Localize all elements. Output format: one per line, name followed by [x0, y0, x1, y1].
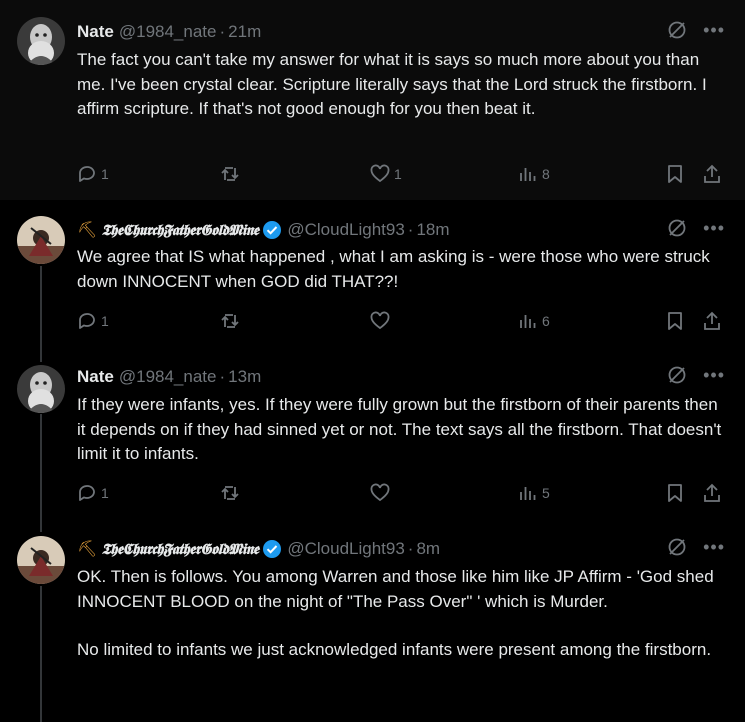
more-icon[interactable]: •••	[703, 219, 725, 237]
display-name[interactable]: 𝕿𝖍𝖊𝕮𝖍𝖚𝖗𝖈𝖍𝕱𝖆𝖙𝖍𝖊𝖗𝕲𝖔𝖑𝖉𝕸𝖎𝖓𝖊	[101, 221, 259, 239]
tweet-text: If they were infants, yes. If they were …	[77, 393, 727, 467]
analytics-icon	[520, 168, 536, 181]
separator: ·	[407, 539, 414, 558]
heart-icon	[370, 311, 390, 330]
separator: ·	[407, 220, 414, 239]
timestamp[interactable]: 21m	[228, 22, 261, 42]
avatar[interactable]	[17, 216, 65, 264]
tweet[interactable]: ⛏ 𝕿𝖍𝖊𝕮𝖍𝖚𝖗𝖈𝖍𝕱𝖆𝖙𝖍𝖊𝖗𝕲𝖔𝖑𝖉𝕸𝖎𝖓𝖊 @CloudLight93 …	[0, 200, 745, 348]
share-icon	[704, 164, 720, 183]
reply-count: 1	[101, 166, 109, 182]
separator: ·	[219, 367, 226, 386]
grok-icon[interactable]	[667, 218, 687, 238]
avatar[interactable]	[17, 17, 65, 65]
reply-icon	[79, 485, 95, 501]
user-handle[interactable]: @1984_nate	[119, 22, 217, 42]
tweet-paragraph: The fact you can't take my answer for wh…	[77, 50, 707, 118]
tweet-header: Nate @1984_nate · 13m •••	[77, 365, 725, 389]
view-count: 6	[542, 313, 550, 329]
tweet-text: OK. Then is follows. You among Warren an…	[77, 565, 727, 663]
like-button[interactable]	[370, 311, 390, 331]
reply-button[interactable]: 1	[77, 311, 109, 331]
timestamp[interactable]: 13m	[228, 367, 261, 387]
tweet[interactable]: ⛏ 𝕿𝖍𝖊𝕮𝖍𝖚𝖗𝖈𝖍𝕱𝖆𝖙𝖍𝖊𝖗𝕲𝖔𝖑𝖉𝕸𝖎𝖓𝖊 @CloudLight93 …	[0, 520, 745, 722]
bookmark-button[interactable]	[665, 311, 685, 331]
more-icon[interactable]: •••	[703, 21, 725, 39]
bookmark-button[interactable]	[665, 164, 685, 184]
reply-count: 1	[101, 485, 109, 501]
share-button[interactable]	[702, 483, 722, 503]
bookmark-icon	[668, 165, 682, 183]
more-icon[interactable]: •••	[703, 366, 725, 384]
bookmark-button[interactable]	[665, 483, 685, 503]
heart-icon	[370, 164, 390, 183]
share-icon	[704, 311, 720, 330]
share-button[interactable]	[702, 164, 722, 184]
like-count: 1	[394, 166, 402, 182]
like-button[interactable]	[370, 483, 390, 503]
action-bar: 1 1 8	[77, 164, 727, 188]
timestamp[interactable]: 18m	[416, 220, 449, 240]
tweet-text: We agree that IS what happened , what I …	[77, 245, 727, 294]
grok-icon[interactable]	[667, 365, 687, 385]
display-name[interactable]: Nate	[77, 22, 114, 42]
like-button[interactable]: 1	[370, 164, 402, 184]
reply-count: 1	[101, 313, 109, 329]
avatar[interactable]	[17, 536, 65, 584]
bookmark-icon	[668, 312, 682, 330]
retweet-button[interactable]	[220, 164, 240, 184]
retweet-icon	[221, 314, 239, 328]
reply-button[interactable]: 1	[77, 483, 109, 503]
pickaxe-icon: ⛏	[77, 541, 98, 558]
user-handle[interactable]: @1984_nate	[119, 367, 217, 387]
analytics-icon	[520, 487, 536, 500]
more-icon[interactable]: •••	[703, 538, 725, 556]
tweet-header: ⛏ 𝕿𝖍𝖊𝕮𝖍𝖚𝖗𝖈𝖍𝕱𝖆𝖙𝖍𝖊𝖗𝕲𝖔𝖑𝖉𝕸𝖎𝖓𝖊 @CloudLight93 …	[77, 537, 725, 561]
analytics-icon	[520, 315, 536, 328]
view-count: 8	[542, 166, 550, 182]
grok-icon[interactable]	[667, 20, 687, 40]
tweet-header: Nate @1984_nate · 21m •••	[77, 20, 725, 44]
views-button[interactable]: 5	[518, 483, 550, 503]
pickaxe-icon: ⛏	[77, 222, 98, 239]
share-icon	[704, 483, 720, 502]
tweet-text: The fact you can't take my answer for wh…	[77, 48, 727, 122]
retweet-icon	[221, 486, 239, 500]
reply-icon	[79, 166, 95, 182]
heart-icon	[370, 483, 390, 502]
avatar[interactable]	[17, 365, 65, 413]
bookmark-icon	[668, 484, 682, 502]
reply-button[interactable]: 1	[77, 164, 109, 184]
share-button[interactable]	[702, 311, 722, 331]
action-bar: 1 5	[77, 483, 727, 507]
action-bar: 1 6	[77, 311, 727, 335]
tweet-paragraph: No limited to infants we just acknowledg…	[77, 640, 712, 659]
tweet-paragraph: We agree that IS what happened , what I …	[77, 247, 710, 291]
user-handle[interactable]: @CloudLight93	[287, 539, 404, 559]
timestamp[interactable]: 8m	[416, 539, 440, 559]
tweet[interactable]: Nate @1984_nate · 21m ••• The fact you c…	[0, 0, 745, 200]
display-name[interactable]: 𝕿𝖍𝖊𝕮𝖍𝖚𝖗𝖈𝖍𝕱𝖆𝖙𝖍𝖊𝖗𝕲𝖔𝖑𝖉𝕸𝖎𝖓𝖊	[101, 540, 259, 558]
retweet-button[interactable]	[220, 311, 240, 331]
view-count: 5	[542, 485, 550, 501]
tweet-paragraph: OK. Then is follows. You among Warren an…	[77, 567, 714, 611]
separator: ·	[219, 22, 226, 41]
tweet-paragraph: If they were infants, yes. If they were …	[77, 395, 722, 463]
grok-icon[interactable]	[667, 537, 687, 557]
user-handle[interactable]: @CloudLight93	[287, 220, 404, 240]
tweet[interactable]: Nate @1984_nate · 13m ••• If they were i…	[0, 348, 745, 520]
tweet-header: ⛏ 𝕿𝖍𝖊𝕮𝖍𝖚𝖗𝖈𝖍𝕱𝖆𝖙𝖍𝖊𝖗𝕲𝖔𝖑𝖉𝕸𝖎𝖓𝖊 @CloudLight93 …	[77, 218, 725, 242]
views-button[interactable]: 8	[518, 164, 550, 184]
verified-badge-icon[interactable]	[262, 539, 282, 559]
reply-icon	[79, 313, 95, 329]
retweet-icon	[221, 167, 239, 181]
display-name[interactable]: Nate	[77, 367, 114, 387]
views-button[interactable]: 6	[518, 311, 550, 331]
retweet-button[interactable]	[220, 483, 240, 503]
verified-badge-icon[interactable]	[262, 220, 282, 240]
